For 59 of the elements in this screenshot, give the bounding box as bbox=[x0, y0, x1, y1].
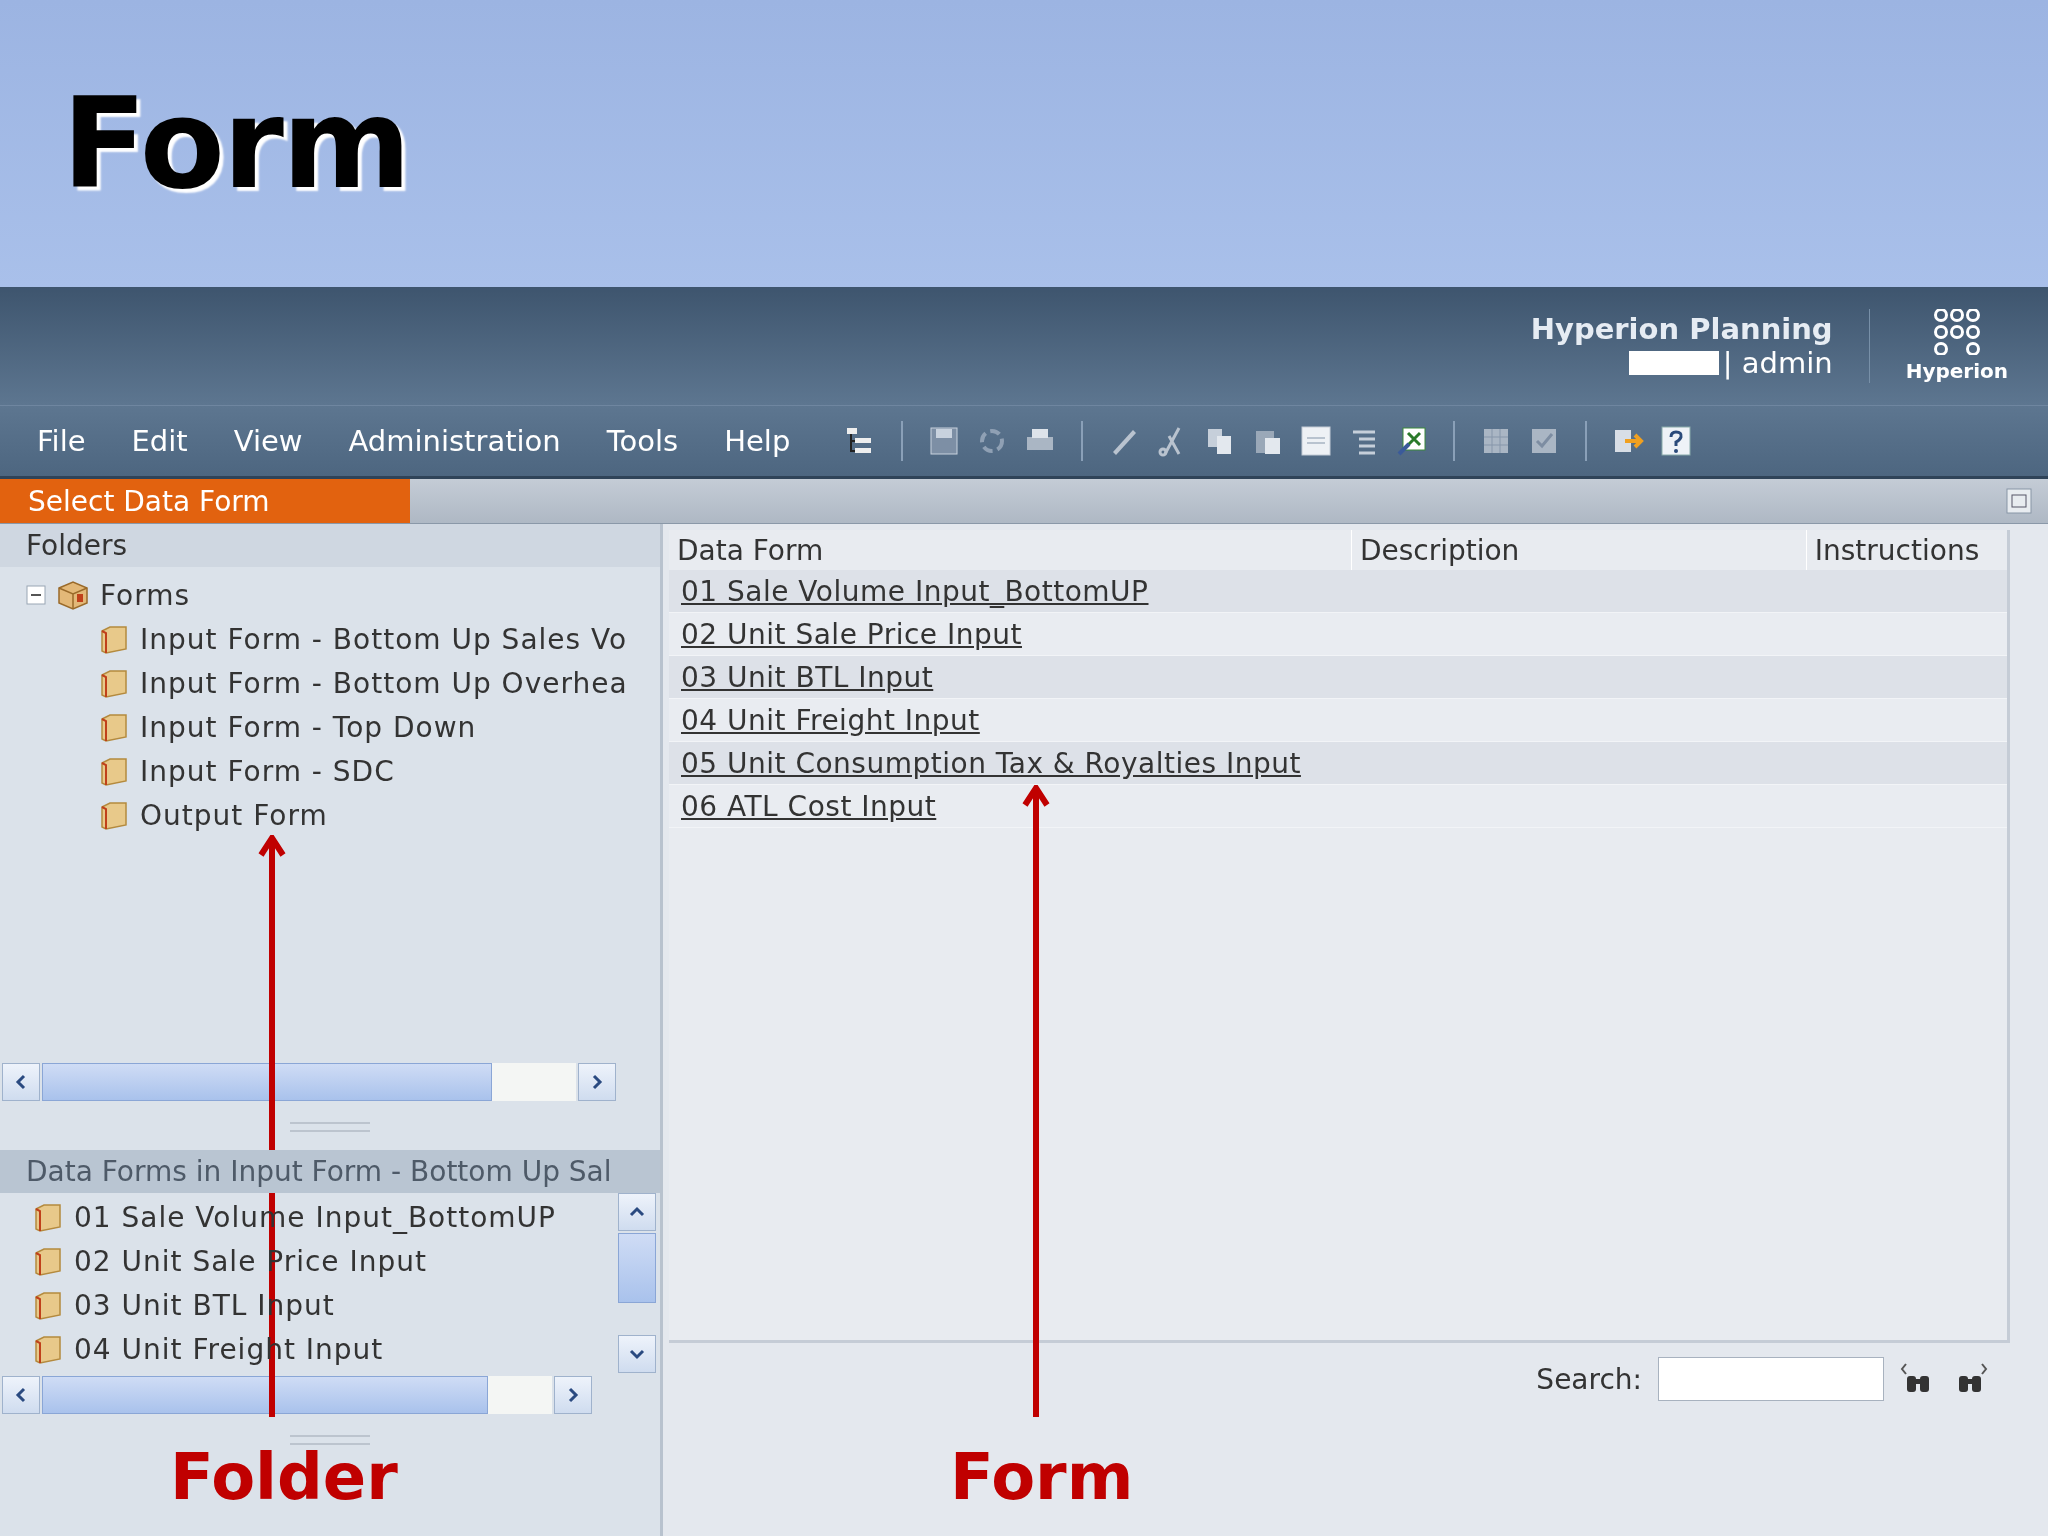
folder-icon bbox=[98, 711, 130, 743]
menu-item[interactable]: File bbox=[14, 424, 109, 458]
tree-item[interactable]: Input Form - Top Down bbox=[140, 710, 477, 744]
form-link[interactable]: 04 Unit Freight Input bbox=[681, 703, 980, 737]
logo-icon bbox=[1932, 309, 1981, 355]
collapse-icon[interactable] bbox=[26, 585, 46, 605]
form-link[interactable]: 02 Unit Sale Price Input bbox=[681, 617, 1022, 651]
folder-icon bbox=[98, 667, 130, 699]
scroll-up-button[interactable] bbox=[618, 1193, 656, 1231]
box-icon bbox=[56, 579, 90, 611]
logo-text: Hyperion bbox=[1905, 359, 2008, 383]
user-name: | admin bbox=[1722, 346, 1833, 380]
scroll-right-button[interactable] bbox=[554, 1376, 592, 1414]
folder-icon bbox=[98, 623, 130, 655]
scroll-left-button[interactable] bbox=[2, 1063, 40, 1101]
slide-title: Form bbox=[62, 71, 410, 216]
document-icon[interactable] bbox=[1299, 424, 1334, 458]
help-icon[interactable] bbox=[1659, 424, 1694, 458]
chevron-up-icon bbox=[629, 1206, 645, 1218]
tree-item[interactable]: Output Form bbox=[140, 798, 328, 832]
chevron-right-icon bbox=[567, 1387, 579, 1403]
splitter-grip[interactable] bbox=[290, 1122, 370, 1132]
folder-icon bbox=[32, 1333, 64, 1365]
folder-icon bbox=[32, 1289, 64, 1321]
chevron-down-icon bbox=[629, 1348, 645, 1360]
menu-item[interactable]: Tools bbox=[583, 424, 702, 458]
panel-tab[interactable]: Select Data Form bbox=[0, 479, 410, 523]
scrollbar-thumb[interactable] bbox=[618, 1233, 656, 1303]
folder-icon bbox=[32, 1201, 64, 1233]
search-label: Search: bbox=[1536, 1362, 1642, 1396]
menu-item[interactable]: View bbox=[210, 424, 326, 458]
menu-item[interactable]: Administration bbox=[325, 424, 584, 458]
form-link[interactable]: 06 ATL Cost Input bbox=[681, 789, 937, 823]
section-header: Data Forms in Input Form - Bottom Up Sal bbox=[0, 1150, 660, 1193]
menu-item[interactable]: Edit bbox=[108, 424, 211, 458]
scroll-right-button[interactable] bbox=[578, 1063, 616, 1101]
tree-item[interactable]: Input Form - Bottom Up Sales Vo bbox=[140, 622, 628, 656]
folder-icon bbox=[32, 1245, 64, 1277]
tree-item[interactable]: Input Form - Bottom Up Overhea bbox=[140, 666, 628, 700]
annotation-label: Form bbox=[950, 1440, 1134, 1514]
chevron-left-icon bbox=[15, 1074, 27, 1090]
scroll-left-button[interactable] bbox=[2, 1376, 40, 1414]
scrollbar-thumb[interactable] bbox=[42, 1063, 492, 1101]
tree-item[interactable]: Input Form - SDC bbox=[140, 754, 395, 788]
folder-icon bbox=[98, 755, 130, 787]
search-field[interactable] bbox=[1658, 1357, 1884, 1401]
splitter-grip[interactable] bbox=[290, 1435, 370, 1445]
column-header: Data Form bbox=[669, 530, 1352, 570]
chevron-right-icon bbox=[591, 1074, 603, 1090]
section-header: Folders bbox=[0, 524, 660, 567]
menu-item[interactable]: Help bbox=[701, 424, 814, 458]
annotation-label: Folder bbox=[170, 1440, 398, 1514]
form-link[interactable]: 03 Unit BTL Input bbox=[681, 660, 934, 694]
folder-icon bbox=[98, 799, 130, 831]
tree-item[interactable]: Forms bbox=[100, 578, 191, 612]
scroll-down-button[interactable] bbox=[618, 1335, 656, 1373]
chevron-left-icon bbox=[15, 1387, 27, 1403]
product-name: Hyperion Planning bbox=[1530, 312, 1833, 346]
scrollbar-thumb[interactable] bbox=[42, 1376, 488, 1414]
